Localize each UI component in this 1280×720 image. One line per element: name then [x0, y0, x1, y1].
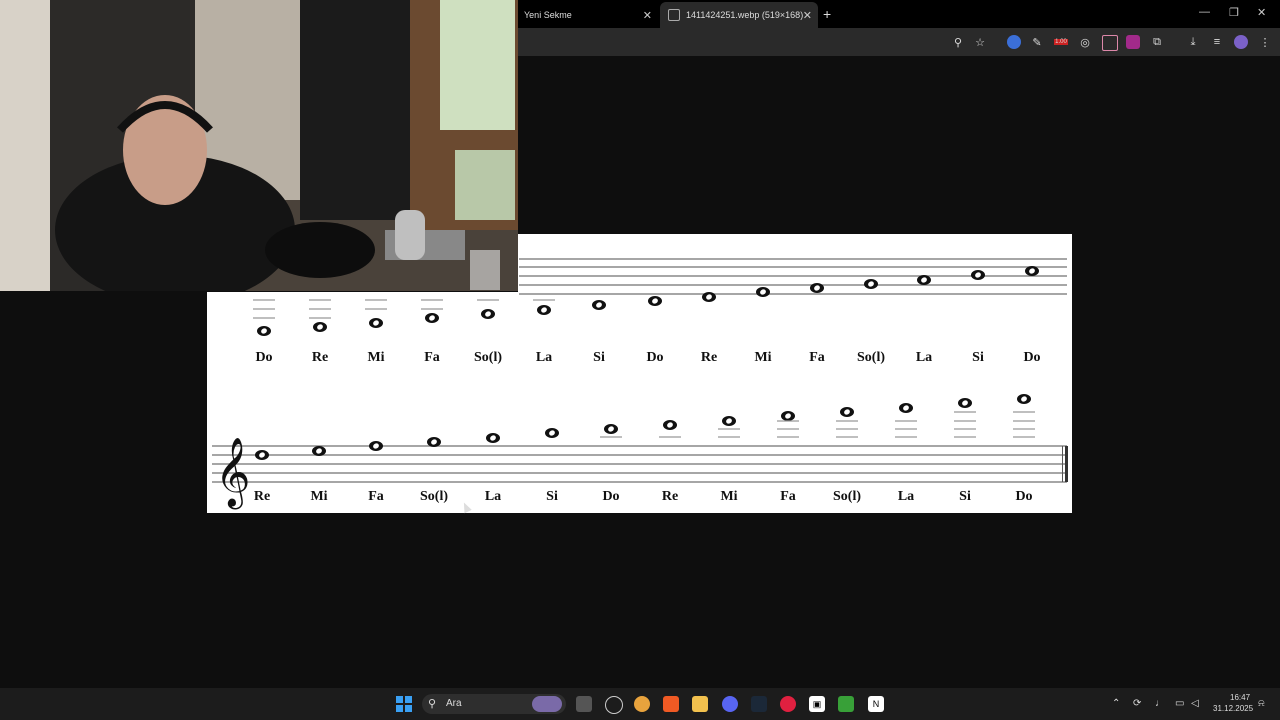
curtain — [300, 0, 410, 220]
tab-label: Yeni Sekme — [524, 10, 572, 20]
menu-kebab-icon[interactable]: ⋮ — [1258, 35, 1272, 49]
search-icon: ⚲ — [428, 698, 437, 710]
staff-1-labels: Do Re Mi Fa So(l) La Si Do Re Mi Fa So(l) La Si Do — [255, 350, 1040, 365]
clock-time[interactable]: 16:47 — [1230, 693, 1250, 702]
zoom-icon[interactable]: ⚲ — [951, 35, 965, 49]
note-label: Mi — [754, 350, 771, 365]
note-label: Re — [312, 350, 328, 365]
network-icon[interactable]: ▭ — [1175, 698, 1184, 709]
speed-badge: 1.00 — [1054, 39, 1068, 45]
search-highlight-icon — [532, 696, 562, 712]
search-placeholder: Ara — [446, 698, 462, 709]
note-label: Mi — [720, 489, 737, 504]
staff-1 — [519, 258, 1067, 295]
windows-start-icon[interactable] — [396, 696, 412, 712]
staff-2 — [212, 445, 1067, 483]
extension-icon[interactable] — [1126, 35, 1140, 49]
note-label: Mi — [367, 350, 384, 365]
steam-icon[interactable] — [751, 696, 767, 712]
chrome-icon[interactable] — [634, 696, 650, 712]
barline-end — [1065, 446, 1068, 482]
note-label: Do — [1015, 489, 1032, 504]
extensions-puzzle-icon[interactable]: ⧉ — [1150, 35, 1164, 49]
tab-new-tab[interactable]: Yeni Sekme ✕ — [518, 2, 658, 28]
minimize-button[interactable]: — — [1199, 6, 1210, 18]
brave-icon[interactable] — [663, 696, 679, 712]
staff-2-labels: Re Mi Fa So(l) La Si Do Re Mi Fa So(l) La Si Do — [254, 489, 1033, 504]
microphone-icon[interactable]: ♩ — [1155, 698, 1165, 709]
maximize-button[interactable]: ❐ — [1229, 6, 1239, 19]
note-label: Re — [254, 489, 270, 504]
note-label: Si — [593, 350, 605, 365]
note-label: Do — [602, 489, 619, 504]
new-tab-button[interactable]: + — [823, 6, 831, 22]
notification-bell-icon[interactable]: ⍾ — [1258, 698, 1265, 709]
note-label: Si — [546, 489, 558, 504]
media-icon[interactable]: ≡ — [1210, 35, 1224, 49]
tab-close-icon[interactable]: ✕ — [643, 9, 652, 22]
note-label: Re — [662, 489, 678, 504]
app-icon[interactable] — [605, 696, 623, 714]
note-label: La — [536, 350, 552, 365]
note-label: La — [916, 350, 932, 365]
taskbar-search[interactable]: ⚲ Ara — [422, 694, 566, 714]
note-label: La — [898, 489, 914, 504]
note-label: So(l) — [857, 350, 885, 365]
download-icon[interactable]: ⤓ — [1186, 35, 1200, 49]
bookmark-star-icon[interactable]: ☆ — [973, 35, 987, 49]
note-label: Mi — [310, 489, 327, 504]
close-window-button[interactable]: ✕ — [1257, 6, 1266, 19]
note-label: Fa — [809, 350, 825, 365]
profile-avatar[interactable] — [1234, 35, 1248, 49]
file-explorer-icon[interactable] — [692, 696, 708, 712]
music-player-icon[interactable] — [780, 696, 796, 712]
tab-label: 1411424251.webp (519×168) — [686, 10, 804, 20]
note-label: Do — [1023, 350, 1040, 365]
eyedropper-icon[interactable]: ✎ — [1030, 35, 1044, 49]
clock-date[interactable]: 31.12.2025 — [1213, 704, 1253, 713]
task-view-icon[interactable] — [576, 696, 592, 712]
sync-icon[interactable]: ⟳ — [1133, 698, 1141, 709]
volume-icon[interactable]: ◁ — [1191, 698, 1199, 709]
extension-icon[interactable] — [1007, 35, 1021, 49]
note-label: So(l) — [833, 489, 861, 504]
note-label: Si — [959, 489, 971, 504]
notion-icon[interactable]: N — [868, 696, 884, 712]
cabinet — [0, 0, 50, 291]
tab-close-icon[interactable]: ✕ — [803, 9, 812, 22]
tab-image[interactable]: 1411424251.webp (519×168) ✕ — [660, 2, 818, 28]
discord-icon[interactable] — [722, 696, 738, 712]
note-label: Fa — [368, 489, 384, 504]
note-label: Fa — [424, 350, 440, 365]
speed-extension-icon[interactable]: 1.00 — [1054, 35, 1068, 49]
note-label: Fa — [780, 489, 796, 504]
tray-chevron-icon[interactable]: ⌃ — [1112, 698, 1120, 709]
app-icon[interactable] — [838, 696, 854, 712]
note-label: So(l) — [420, 489, 448, 504]
extension-icon[interactable] — [1102, 35, 1118, 51]
note-label: La — [485, 489, 501, 504]
note-label: Do — [255, 350, 272, 365]
note-label: So(l) — [474, 350, 502, 365]
staff-2-notes — [255, 394, 1035, 460]
sheet-music: Do Re Mi Fa So(l) La Si Do Re Mi Fa So(l) La Si Do Re M… — [212, 258, 1068, 509]
barline — [1062, 446, 1063, 482]
treble-clef-icon: 𝄞 — [215, 437, 250, 509]
note-label: Do — [646, 350, 663, 365]
image-favicon-icon — [668, 9, 680, 21]
extension-icon[interactable]: ◎ — [1078, 35, 1092, 49]
capcut-icon[interactable]: ▣ — [809, 696, 825, 712]
note-label: Si — [972, 350, 984, 365]
address-bar[interactable] — [518, 31, 998, 53]
note-label: Re — [701, 350, 717, 365]
